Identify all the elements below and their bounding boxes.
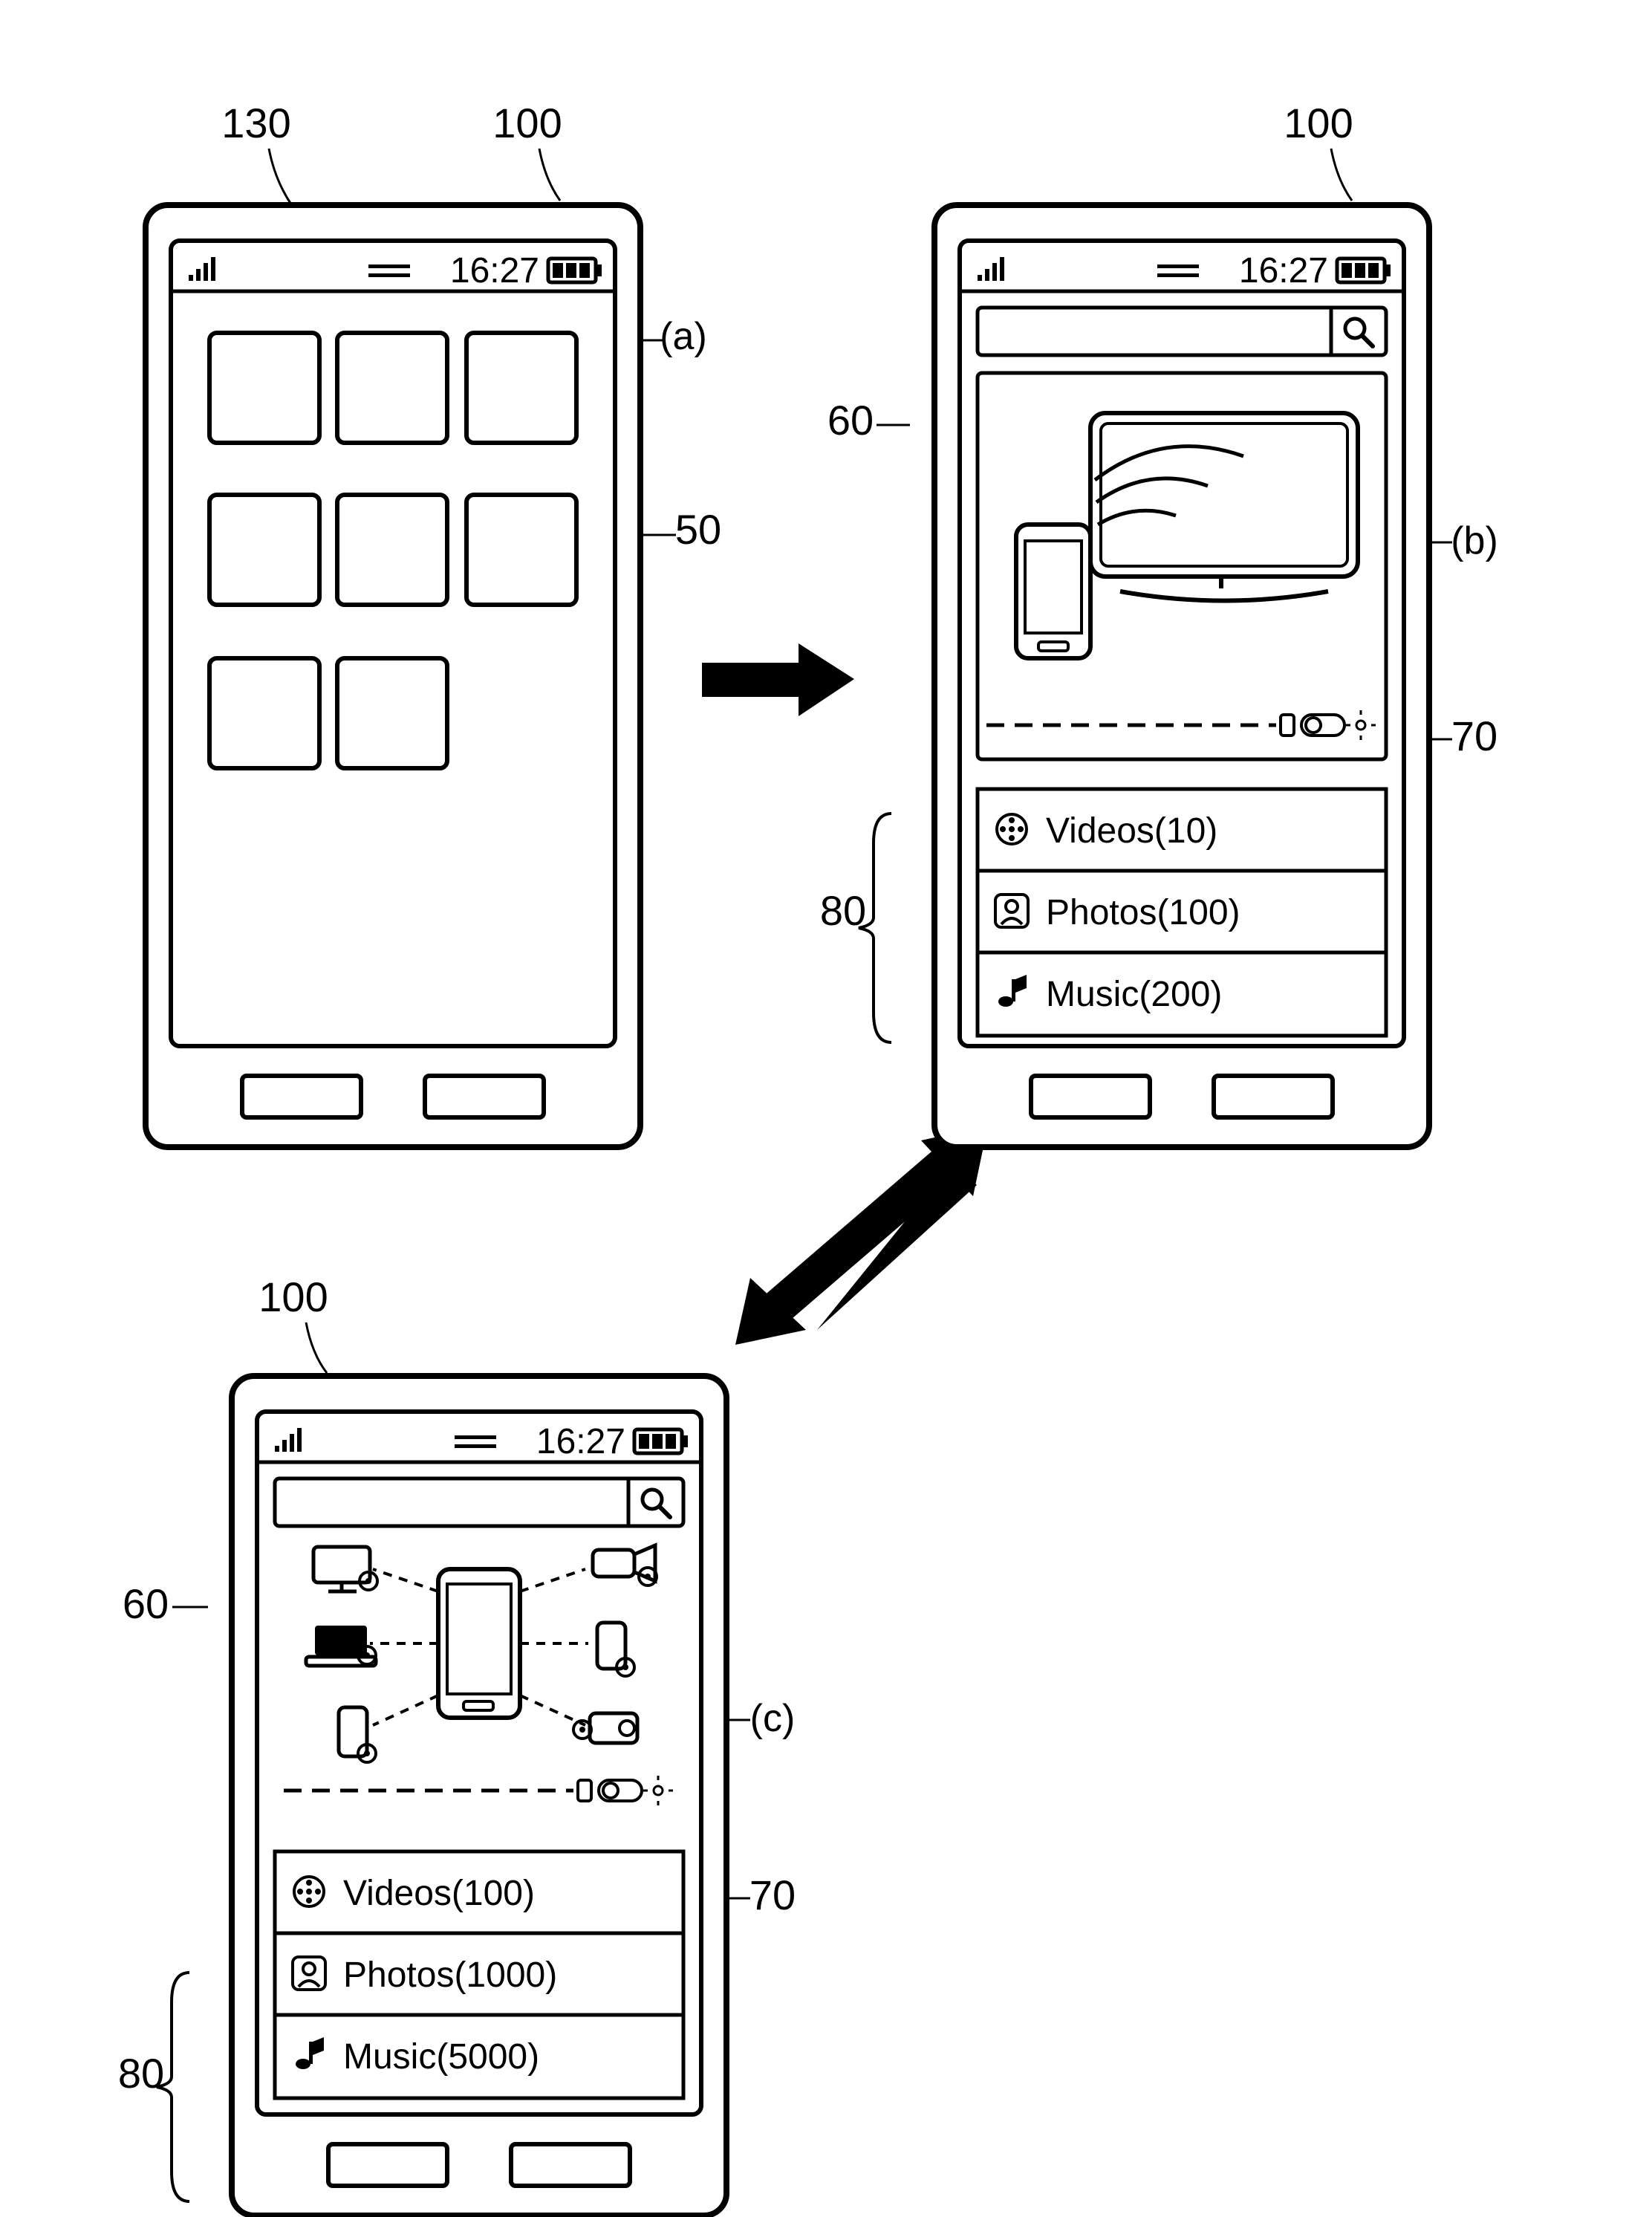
ref-80-c: 80 — [118, 2050, 164, 2097]
videos-row[interactable]: Videos(100) — [343, 1874, 535, 1913]
status-time: 16:27 — [536, 1422, 625, 1461]
panel-a-label: (a) — [660, 315, 707, 358]
arrow-b-to-c2 — [735, 1126, 988, 1345]
ref-60-b: 60 — [827, 397, 874, 444]
videos-icon — [294, 1877, 324, 1906]
videos-row[interactable]: Videos(10) — [1046, 811, 1217, 851]
music-row[interactable]: Music(200) — [1046, 975, 1222, 1014]
arrow-a-to-b — [702, 643, 854, 716]
music-row[interactable]: Music(5000) — [343, 2037, 539, 2077]
screen[interactable] — [171, 241, 615, 1046]
videos-icon — [997, 814, 1027, 844]
phone-a: 16:27 — [146, 205, 640, 1147]
photos-row[interactable]: Photos(100) — [1046, 893, 1240, 932]
ref-70-c: 70 — [749, 1872, 796, 1918]
screen[interactable] — [257, 1412, 701, 2114]
ref-70-b: 70 — [1451, 713, 1497, 759]
figure: 130 100 (a) 50 100 (b) 60 70 80 100 (c) … — [0, 0, 1652, 2217]
panel-b-label: (b) — [1451, 519, 1498, 562]
ref-50: 50 — [675, 506, 721, 553]
photos-row[interactable]: Photos(1000) — [343, 1955, 557, 1995]
status-time: 16:27 — [450, 251, 539, 290]
ref-100-a: 100 — [492, 100, 562, 146]
phone-b: 16:27 Videos(10) Photos(100) — [934, 205, 1429, 1147]
phone-c: 16:27 — [232, 1376, 726, 2216]
status-time: 16:27 — [1239, 251, 1328, 290]
ref-130: 130 — [221, 100, 290, 146]
ref-100-c: 100 — [258, 1273, 328, 1320]
ref-60-c: 60 — [123, 1580, 169, 1627]
panel-c-label: (c) — [750, 1697, 796, 1740]
ref-100-b: 100 — [1284, 100, 1353, 146]
